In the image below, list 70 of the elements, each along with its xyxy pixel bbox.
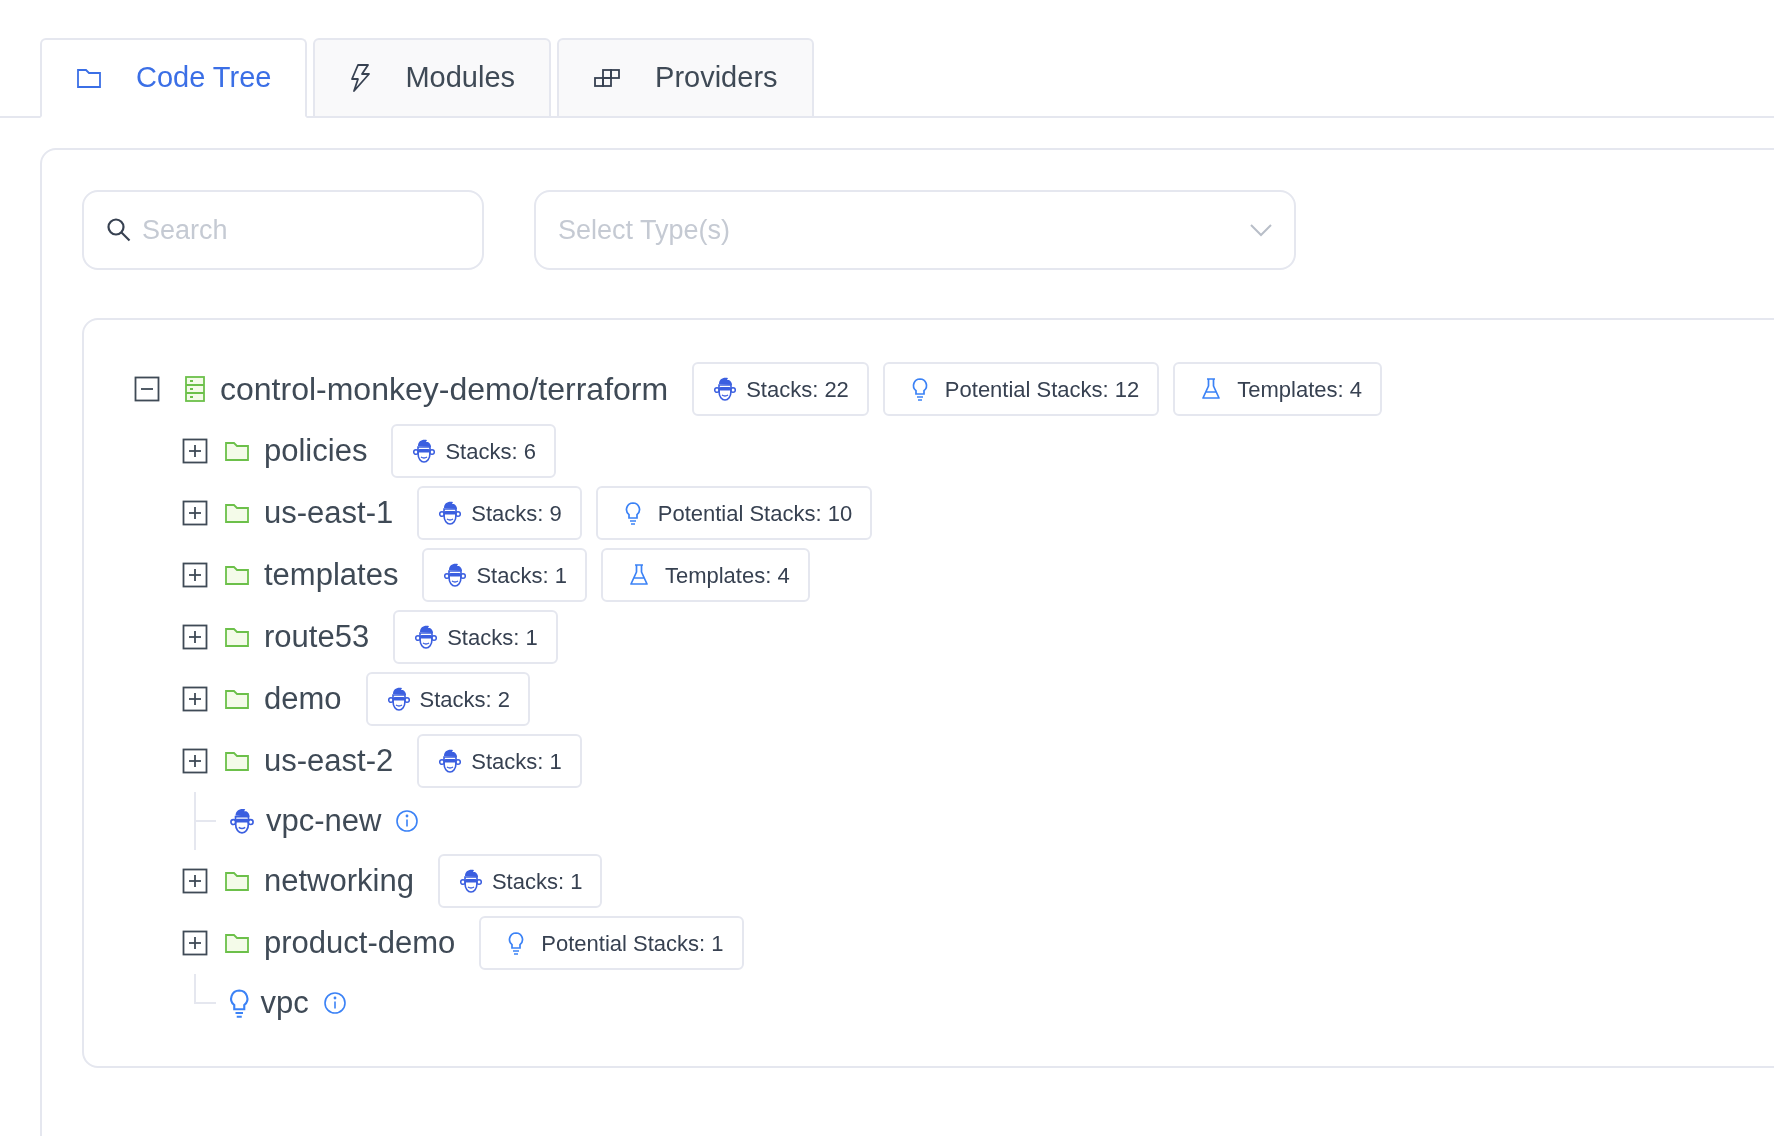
monkey-icon: [411, 438, 438, 464]
count-badge: Potential Stacks: 12: [882, 362, 1160, 416]
count-badge: Templates: 4: [600, 548, 810, 602]
expand-icon[interactable]: [182, 624, 208, 650]
server-icon: [184, 375, 206, 403]
tree-connector-line: [194, 974, 216, 1004]
tree-connector-line: [194, 792, 216, 850]
lightbulb-icon: [910, 377, 929, 401]
expand-icon[interactable]: [182, 868, 208, 894]
lightbulb-icon: [623, 501, 642, 525]
count-badge: Templates: 4: [1173, 362, 1383, 416]
collapse-icon[interactable]: [134, 376, 160, 402]
tab[interactable]: Providers: [557, 38, 814, 118]
expand-icon[interactable]: [182, 500, 208, 526]
search-field[interactable]: Search: [82, 190, 484, 270]
lightbulb-icon: [507, 931, 526, 955]
monkey-icon: [457, 868, 484, 894]
flask-icon: [1201, 377, 1222, 401]
count-badge: Stacks: 1: [393, 610, 558, 664]
expand-icon[interactable]: [182, 686, 208, 712]
tree-node-label[interactable]: vpc: [260, 979, 309, 1027]
folder-icon: [76, 67, 102, 89]
expand-icon[interactable]: [182, 438, 208, 464]
chevron-down-icon: [1250, 223, 1272, 237]
tree-node-label[interactable]: policies: [264, 427, 368, 475]
lightning-icon: [349, 63, 372, 93]
count-badge: Potential Stacks: 10: [595, 486, 873, 540]
tree-node-label[interactable]: product-demo: [264, 919, 456, 967]
monkey-icon: [228, 807, 256, 835]
lightbulb-icon: [228, 988, 251, 1018]
info-icon[interactable]: [395, 809, 420, 833]
search-icon: [106, 217, 132, 243]
expand-icon[interactable]: [182, 562, 208, 588]
monkey-icon: [712, 376, 739, 402]
folder-icon: [224, 688, 250, 710]
monkey-icon: [442, 562, 469, 588]
flask-icon: [628, 563, 649, 587]
folder-icon: [224, 564, 250, 586]
tree-node-label[interactable]: networking: [264, 857, 414, 905]
tree-node-label[interactable]: templates: [264, 551, 399, 599]
expand-icon[interactable]: [182, 748, 208, 774]
count-badge: Stacks: 6: [391, 424, 556, 478]
tree-node-label[interactable]: control-monkey-demo/terraform: [220, 365, 669, 413]
tree-node-label[interactable]: demo: [264, 675, 342, 723]
count-badge: Stacks: 22: [692, 362, 869, 416]
count-badge: Stacks: 1: [417, 734, 582, 788]
monkey-icon: [413, 624, 440, 650]
monkey-icon: [437, 748, 464, 774]
count-badge: Stacks: 1: [422, 548, 587, 602]
info-icon[interactable]: [322, 991, 347, 1015]
folder-icon: [224, 502, 250, 524]
monkey-icon: [437, 500, 464, 526]
folder-icon: [224, 440, 250, 462]
folder-icon: [224, 870, 250, 892]
tab[interactable]: Modules: [313, 38, 552, 118]
monkey-icon: [385, 686, 412, 712]
expand-icon[interactable]: [182, 930, 208, 956]
folder-icon: [224, 932, 250, 954]
tree-node-label[interactable]: us-east-2: [264, 737, 394, 785]
tree-node-label[interactable]: vpc-new: [266, 797, 382, 845]
count-badge: Stacks: 2: [365, 672, 531, 726]
folder-icon: [224, 626, 250, 648]
count-badge: Potential Stacks: 1: [479, 916, 744, 970]
count-badge: Stacks: 9: [417, 486, 582, 540]
tab[interactable]: Code Tree: [40, 38, 308, 118]
tree-node-label[interactable]: us-east-1: [264, 489, 394, 537]
blocks-icon: [593, 67, 622, 89]
count-badge: Stacks: 1: [437, 854, 603, 908]
tree-node-label[interactable]: route53: [264, 613, 370, 661]
folder-icon: [224, 750, 250, 772]
